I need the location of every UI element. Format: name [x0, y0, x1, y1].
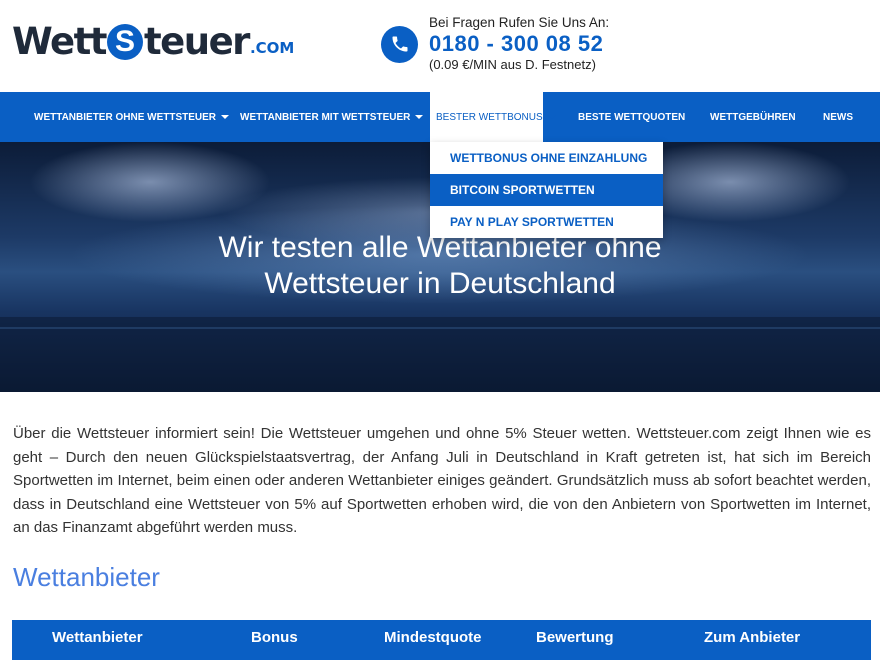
column-header-bewertung: Bewertung: [536, 629, 614, 646]
logo-text-teuer: teuer: [143, 20, 250, 63]
bonus-dropdown-menu: Wettbonus ohne Einzahlung Bitcoin Sportw…: [430, 142, 663, 238]
dropdown-item-wettbonus-ohne-einzahlung[interactable]: Wettbonus ohne Einzahlung: [430, 142, 663, 174]
nav-label: Wettanbieter mit Wettsteuer: [240, 111, 411, 123]
phone-text-block: Bei Fragen Rufen Sie Uns An: 0180 - 300 …: [429, 15, 609, 73]
nav-item-beste-wettquoten[interactable]: Beste Wettquoten: [578, 92, 685, 142]
column-header-zum-anbieter: Zum Anbieter: [704, 629, 801, 646]
logo-suffix: .COM: [249, 39, 295, 57]
phone-label: Bei Fragen Rufen Sie Uns An:: [429, 15, 610, 30]
column-header-wettanbieter: Wettanbieter: [52, 629, 143, 646]
logo-s-icon: S: [106, 24, 143, 60]
site-logo[interactable]: Wett S teuer .COM: [12, 20, 294, 64]
phone-icon[interactable]: [381, 25, 418, 63]
nav-label: Bester Wettbonus: [436, 111, 543, 123]
phone-number[interactable]: 0180 - 300 08 52: [429, 31, 609, 57]
nav-label: Beste Wettquoten: [578, 111, 686, 123]
intro-paragraph: Über die Wettsteuer informiert sein! Die…: [13, 425, 871, 536]
phone-rate-note: (0.09 €/MIN aus D. Festnetz): [429, 57, 596, 72]
caret-down-icon: [221, 115, 230, 119]
nav-item-news[interactable]: News: [823, 92, 853, 142]
logo-text-wett: Wett: [12, 20, 107, 63]
hero-title-line2: Wettsteuer in Deutschland: [264, 267, 616, 300]
caret-down-icon: [547, 115, 556, 119]
phone-contact: Bei Fragen Rufen Sie Uns An: 0180 - 300 …: [381, 14, 609, 74]
nav-label: News: [823, 111, 853, 123]
nav-item-wettanbieter-mit-wettsteuer[interactable]: Wettanbieter mit Wettsteuer: [240, 92, 424, 142]
column-header-mindestquote: Mindestquote: [384, 629, 482, 646]
hero-title: Wir testen alle Wettanbieter ohne Wettst…: [0, 230, 880, 302]
caret-down-icon: [415, 115, 424, 119]
nav-label: Wettgebühren: [710, 111, 796, 123]
site-header: Wett S teuer .COM Bei Fragen Rufen Sie U…: [0, 0, 880, 92]
dropdown-item-bitcoin-sportwetten[interactable]: Bitcoin Sportwetten: [430, 174, 663, 206]
nav-item-wettgebuehren[interactable]: Wettgebühren: [710, 92, 796, 142]
phone-glyph: [392, 36, 407, 52]
bookmaker-table-header: Wettanbieter Bonus Mindestquote Bewertun…: [12, 620, 871, 660]
nav-item-wettanbieter-ohne-wettsteuer[interactable]: Wettanbieter ohne Wettsteuer: [34, 92, 230, 142]
nav-item-bester-wettbonus[interactable]: Bester Wettbonus: [430, 92, 556, 142]
dropdown-item-pay-n-play-sportwetten[interactable]: Pay N Play Sportwetten: [430, 206, 663, 238]
section-heading-wettanbieter: Wettanbieter: [13, 562, 160, 592]
main-nav: Wettanbieter ohne Wettsteuer Wettanbiete…: [0, 92, 880, 142]
column-header-bonus: Bonus: [251, 629, 298, 646]
nav-label: Wettanbieter ohne Wettsteuer: [34, 111, 217, 123]
